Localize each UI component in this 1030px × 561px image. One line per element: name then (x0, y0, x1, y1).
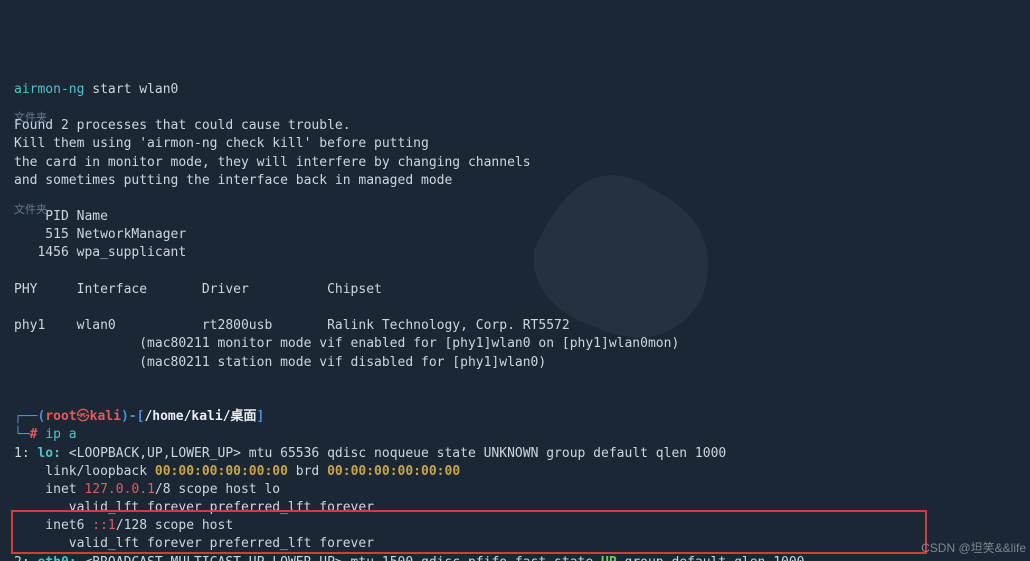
output-line: (mac80211 monitor mode vif enabled for [… (14, 336, 679, 351)
iface-lo-link: link/loopback 00:00:00:00:00:00 brd 00:0… (14, 464, 460, 479)
iface-lo-inet6: inet6 ::1/128 scope host (14, 518, 233, 533)
watermark: CSDN @坦笑&&life (921, 540, 1026, 557)
output-line: PHY Interface Driver Chipset (14, 282, 382, 297)
desktop-label-1: 文件夹 (14, 110, 47, 125)
terminal-output[interactable]: 文件夹 文件夹 airmon-ng start wlan0 Found 2 pr… (0, 0, 1030, 561)
output-line: 1456 wpa_supplicant (14, 245, 186, 260)
iface-lo-valid: valid_lft forever preferred_lft forever (14, 500, 374, 515)
output-line: phy1 wlan0 rt2800usb Ralink Technology, … (14, 318, 570, 333)
output-line: (mac80211 station mode vif disabled for … (14, 355, 546, 370)
iface-lo-inet: inet 127.0.0.1/8 scope host lo (14, 482, 280, 497)
kali-dragon-logo (500, 130, 760, 370)
desktop-label-2: 文件夹 (14, 202, 47, 217)
iface-eth0: 2: eth0: <BROADCAST,MULTICAST,UP,LOWER_U… (14, 555, 805, 561)
output-line: Found 2 processes that could cause troub… (14, 118, 351, 133)
prompt-line: ┌──(root㉿kali)-[/home/kali/桌面] (14, 409, 264, 424)
iface-lo: 1: lo: <LOOPBACK,UP,LOWER_UP> mtu 65536 … (14, 446, 726, 461)
output-line: 515 NetworkManager (14, 227, 186, 242)
output-line: airmon-ng start wlan0 (14, 82, 178, 97)
prompt-line-2: └─# ip a (14, 427, 77, 442)
output-line: Kill them using 'airmon-ng check kill' b… (14, 136, 531, 187)
iface-lo-valid6: valid_lft forever preferred_lft forever (14, 536, 374, 551)
